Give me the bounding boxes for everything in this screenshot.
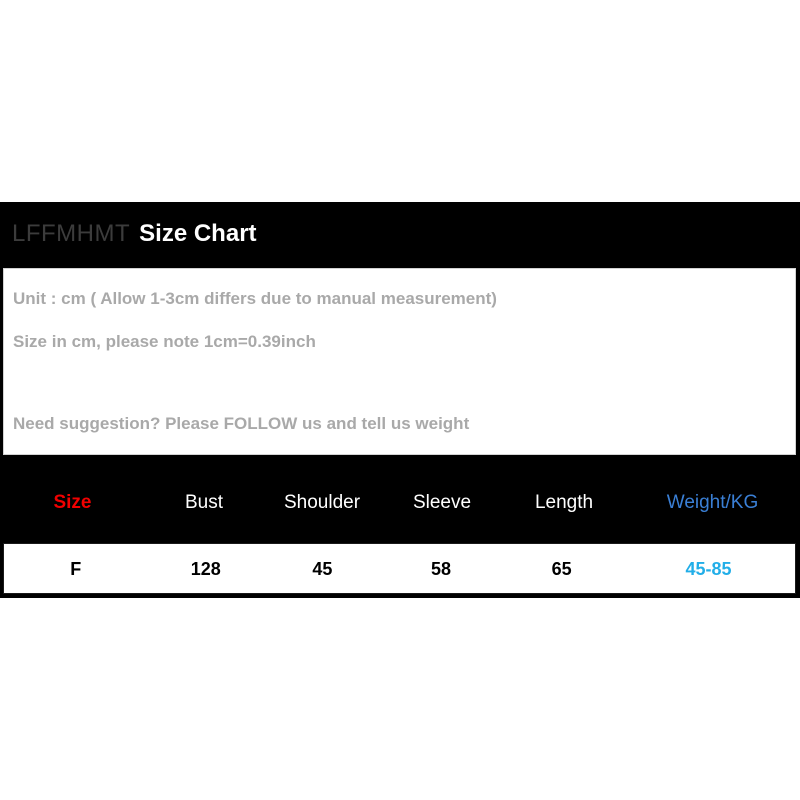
size-chart-page: LFFMHMT Size Chart Unit : cm ( Allow 1-3… [0, 0, 800, 800]
cell-length: 65 [551, 558, 572, 579]
column-header-shoulder: Shoulder [283, 492, 361, 513]
info-panel: Unit : cm ( Allow 1-3cm differs due to m… [3, 268, 796, 455]
cell-shoulder: 45 [312, 558, 333, 579]
cell-weight: 45-85 [685, 558, 732, 579]
info-line-suggestion: Need suggestion? Please FOLLOW us and te… [13, 414, 470, 433]
column-header-size: Size [53, 492, 92, 513]
table-row: F 128 45 58 65 45-85 [3, 543, 796, 594]
page-title: Size Chart [139, 220, 257, 247]
info-line-unit: Unit : cm ( Allow 1-3cm differs due to m… [13, 289, 497, 308]
cell-size: F [70, 558, 82, 579]
size-table-header: Size Bust Shoulder Sleeve Length Weight/… [0, 460, 800, 545]
cell-sleeve: 58 [431, 558, 452, 579]
column-header-length: Length [534, 492, 594, 513]
cell-bust: 128 [190, 558, 221, 579]
chart-title-bar: LFFMHMT Size Chart [0, 202, 800, 266]
info-line-conversion: Size in cm, please note 1cm=0.39inch [13, 332, 316, 351]
column-header-sleeve: Sleeve [412, 492, 472, 513]
brand-name: LFFMHMT [12, 220, 131, 247]
column-header-bust: Bust [184, 492, 224, 513]
column-header-weight: Weight/KG [666, 492, 759, 513]
size-chart-block: LFFMHMT Size Chart Unit : cm ( Allow 1-3… [0, 202, 800, 598]
